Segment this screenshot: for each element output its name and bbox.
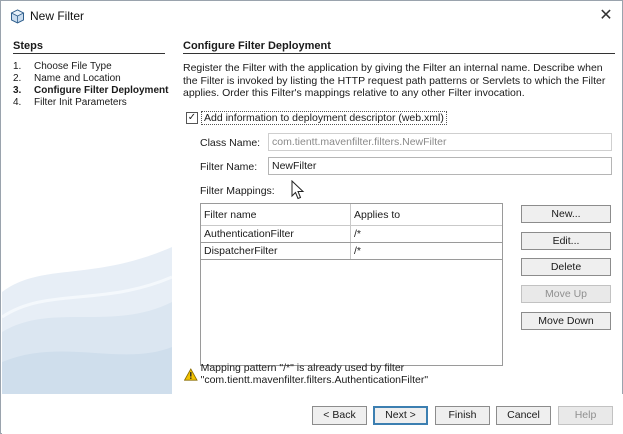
help-button[interactable]: Help [558, 406, 613, 425]
step-item-current: 3. Configure Filter Deployment [13, 85, 171, 97]
column-header-filter-name[interactable]: Filter name [201, 204, 351, 225]
close-button[interactable]: ✕ [597, 7, 615, 25]
filter-mappings-table: Filter name Applies to AuthenticationFil… [200, 203, 503, 366]
steps-list: 1. Choose File Type 2. Name and Location… [13, 61, 171, 109]
deployment-descriptor-option: ✓ Add information to deployment descript… [186, 111, 447, 125]
move-up-button[interactable]: Move Up [521, 285, 611, 303]
step-number: 4. [13, 97, 22, 108]
deployment-descriptor-label[interactable]: Add information to deployment descriptor… [201, 111, 447, 125]
next-button[interactable]: Next > [373, 406, 428, 425]
table-row[interactable]: AuthenticationFilter /* [201, 226, 502, 243]
step-number: 1. [13, 61, 22, 72]
applies-to-cell: /* [354, 228, 362, 240]
wizard-button-bar: < Back Next > Finish Cancel Help [2, 394, 623, 434]
warning-icon [184, 367, 198, 381]
class-name-field [268, 133, 612, 151]
window-title: New Filter [30, 9, 85, 23]
step-item: 4. Filter Init Parameters [13, 97, 171, 109]
panel-description: Register the Filter with the application… [183, 62, 606, 99]
filter-name-cell: DispatcherFilter [201, 243, 351, 259]
step-label: Configure Filter Deployment [34, 85, 169, 96]
checkmark-icon: ✓ [187, 112, 197, 123]
step-number: 3. [13, 85, 22, 96]
steps-pane: Steps 1. Choose File Type 2. Name and Lo… [2, 32, 172, 394]
column-header-applies-to[interactable]: Applies to [351, 204, 502, 225]
delete-mapping-button[interactable]: Delete [521, 258, 611, 276]
warning-text: Mapping pattern "/*" is already used by … [200, 362, 429, 386]
step-label: Filter Init Parameters [34, 97, 127, 108]
configure-panel: Configure Filter Deployment Register the… [172, 32, 622, 394]
class-name-label: Class Name: [200, 137, 261, 149]
step-label: Choose File Type [34, 61, 112, 72]
table-row[interactable]: DispatcherFilter /* [201, 243, 502, 260]
applies-to-cell: /* [354, 245, 362, 257]
table-header: Filter name Applies to [201, 204, 502, 226]
step-label: Name and Location [34, 73, 121, 84]
step-item: 2. Name and Location [13, 73, 171, 85]
step-number: 2. [13, 73, 22, 84]
steps-heading: Steps [13, 40, 43, 52]
panel-divider [183, 53, 615, 54]
finish-button[interactable]: Finish [435, 406, 490, 425]
filter-name-field[interactable] [268, 157, 612, 175]
step-item: 1. Choose File Type [13, 61, 171, 73]
steps-divider [13, 53, 165, 54]
filter-mappings-label: Filter Mappings: [200, 185, 275, 197]
cancel-button[interactable]: Cancel [496, 406, 551, 425]
new-mapping-button[interactable]: New... [521, 205, 611, 223]
panel-title: Configure Filter Deployment [183, 40, 331, 52]
filter-name-cell: AuthenticationFilter [201, 226, 351, 242]
new-filter-dialog: New Filter ✕ Steps 1. Choose File Type 2… [0, 0, 623, 434]
close-icon: ✕ [599, 7, 613, 24]
title-bar: New Filter ✕ [1, 1, 622, 32]
edit-mapping-button[interactable]: Edit... [521, 232, 611, 250]
mouse-pointer-icon [291, 180, 305, 200]
move-down-button[interactable]: Move Down [521, 312, 611, 330]
filter-name-label: Filter Name: [200, 161, 258, 173]
back-button[interactable]: < Back [312, 406, 367, 425]
warning-message: Mapping pattern "/*" is already used by … [184, 362, 622, 386]
deployment-descriptor-checkbox[interactable]: ✓ [186, 112, 198, 124]
netbeans-cube-icon [10, 9, 25, 24]
